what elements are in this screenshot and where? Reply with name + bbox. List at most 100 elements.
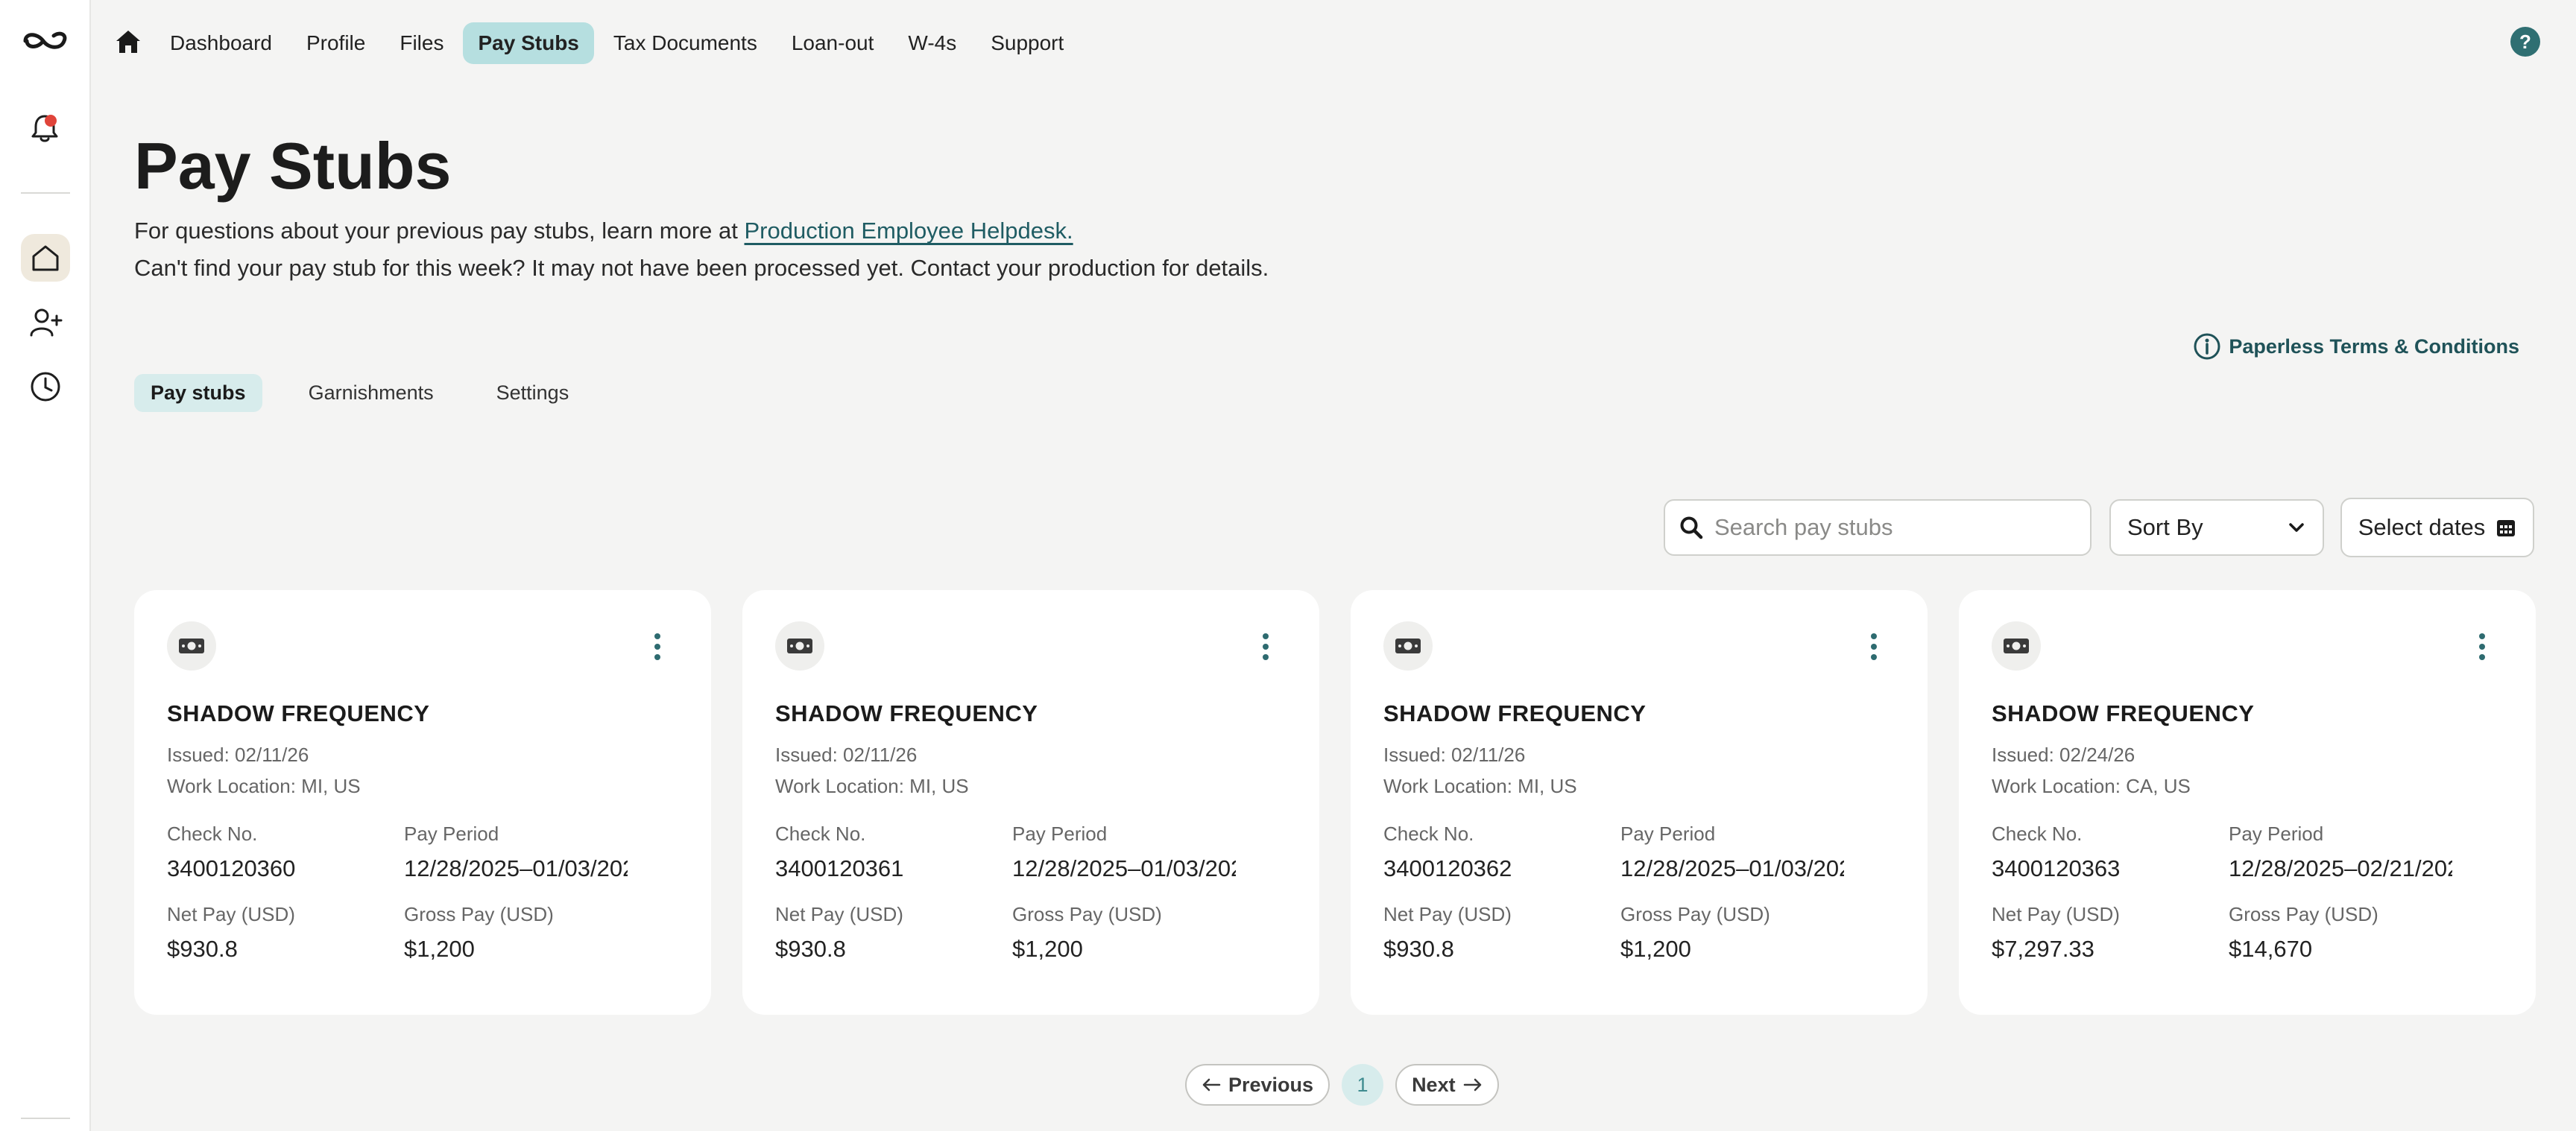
pay-stub-card[interactable]: SHADOW FREQUENCY Issued: 02/24/26 Work L…: [1959, 590, 2536, 1015]
net-pay-value: $930.8: [167, 936, 238, 962]
net-pay-label: Net Pay (USD): [1383, 903, 1512, 925]
nav-support[interactable]: Support: [976, 22, 1079, 64]
work-location: Work Location: MI, US: [775, 775, 969, 797]
notification-bell-icon[interactable]: [28, 112, 61, 145]
work-location: Work Location: MI, US: [167, 775, 361, 797]
sort-by-label: Sort By: [2127, 514, 2203, 540]
pay-period-label: Pay Period: [1620, 823, 1716, 845]
arrow-right-icon: [1463, 1078, 1481, 1092]
brand-logo-icon[interactable]: [21, 28, 70, 54]
page-title: Pay Stubs: [134, 129, 452, 203]
next-label: Next: [1412, 1073, 1456, 1096]
tab-settings[interactable]: Settings: [480, 374, 586, 412]
more-options-icon[interactable]: [1261, 633, 1270, 663]
search-input[interactable]: [1714, 514, 2072, 541]
nav-files[interactable]: Files: [385, 22, 458, 64]
next-page-button[interactable]: Next: [1395, 1064, 1499, 1106]
pay-period-label: Pay Period: [1012, 823, 1108, 845]
helpdesk-description: For questions about your previous pay st…: [134, 218, 1073, 244]
paperless-terms-link[interactable]: Paperless Terms & Conditions: [2193, 332, 2519, 361]
check-no-label: Check No.: [775, 823, 866, 845]
home-icon: [32, 245, 59, 271]
left-rail: [0, 0, 91, 1131]
pay-stub-cards: SHADOW FREQUENCY Issued: 02/11/26 Work L…: [134, 590, 2536, 1015]
issued-date: Issued: 02/24/26: [1992, 744, 2135, 766]
net-pay-label: Net Pay (USD): [1992, 903, 2120, 925]
helpdesk-link[interactable]: Production Employee Helpdesk.: [745, 218, 1073, 244]
previous-page-button[interactable]: Previous: [1185, 1064, 1330, 1106]
pay-period-value: 12/28/2025–01/03/2026: [1620, 855, 1844, 881]
gross-pay-value: $1,200: [1620, 936, 1691, 962]
pay-period-value: 12/28/2025–01/03/2026: [1012, 855, 1236, 881]
issued-date: Issued: 02/11/26: [1383, 744, 1526, 766]
money-icon-wrapper: [1992, 621, 2041, 671]
check-no-value: 3400120363: [1992, 855, 2121, 881]
info-icon: [2194, 333, 2220, 360]
gross-pay-label: Gross Pay (USD): [1012, 903, 1162, 925]
pay-stub-tabs: Pay stubs Garnishments Settings: [134, 374, 585, 412]
tab-garnishments[interactable]: Garnishments: [292, 374, 450, 412]
gross-pay-value: $14,670: [2229, 936, 2313, 962]
more-options-icon[interactable]: [653, 633, 662, 663]
money-icon: [787, 639, 812, 653]
nav-pay-stubs[interactable]: Pay Stubs: [463, 22, 594, 64]
rail-history-button[interactable]: [28, 370, 63, 404]
pay-stub-card[interactable]: SHADOW FREQUENCY Issued: 02/11/26 Work L…: [742, 590, 1319, 1015]
production-name: SHADOW FREQUENCY: [1992, 700, 2255, 726]
select-dates-button[interactable]: Select dates: [2340, 498, 2534, 557]
production-name: SHADOW FREQUENCY: [167, 700, 430, 726]
net-pay-value: $930.8: [775, 936, 846, 962]
pay-period-clip: 12/28/2025–01/03/2026: [404, 854, 628, 887]
net-pay-label: Net Pay (USD): [167, 903, 295, 925]
search-box[interactable]: [1664, 499, 2092, 556]
check-no-value: 3400120361: [775, 855, 904, 881]
pay-period-clip: 12/28/2025–01/03/2026: [1620, 854, 1844, 887]
previous-label: Previous: [1228, 1073, 1314, 1096]
add-user-icon: [30, 308, 63, 337]
notification-dot: [45, 115, 57, 127]
more-options-icon[interactable]: [1869, 633, 1878, 663]
money-icon-wrapper: [167, 621, 216, 671]
rail-home-button[interactable]: [21, 234, 70, 282]
check-no-label: Check No.: [167, 823, 258, 845]
nav-loan-out[interactable]: Loan-out: [777, 22, 889, 64]
select-dates-label: Select dates: [2358, 514, 2486, 540]
gross-pay-label: Gross Pay (USD): [2229, 903, 2378, 925]
nav-profile[interactable]: Profile: [291, 22, 380, 64]
net-pay-label: Net Pay (USD): [775, 903, 903, 925]
gross-pay-label: Gross Pay (USD): [404, 903, 554, 925]
tab-pay-stubs[interactable]: Pay stubs: [134, 374, 262, 412]
chevron-down-icon: [2289, 523, 2304, 532]
nav-dashboard[interactable]: Dashboard: [155, 22, 287, 64]
pagination: Previous 1 Next: [1185, 1064, 1499, 1106]
check-no-label: Check No.: [1992, 823, 2083, 845]
nav-tax-documents[interactable]: Tax Documents: [599, 22, 772, 64]
sort-by-select[interactable]: Sort By: [2109, 499, 2324, 556]
money-icon: [1395, 639, 1421, 653]
production-name: SHADOW FREQUENCY: [775, 700, 1038, 726]
gross-pay-label: Gross Pay (USD): [1620, 903, 1770, 925]
pay-period-label: Pay Period: [2229, 823, 2324, 845]
home-icon[interactable]: [113, 27, 143, 57]
net-pay-value: $7,297.33: [1992, 936, 2094, 962]
pay-stub-card[interactable]: SHADOW FREQUENCY Issued: 02/11/26 Work L…: [134, 590, 711, 1015]
top-navigation: Dashboard Profile Files Pay Stubs Tax Do…: [91, 0, 2576, 83]
rail-divider-bottom: [21, 1118, 70, 1119]
page-number[interactable]: 1: [1342, 1064, 1384, 1106]
pay-period-value: 12/28/2025–02/21/2026: [2229, 855, 2452, 881]
nav-w4s[interactable]: W-4s: [893, 22, 971, 64]
pay-period-clip: 12/28/2025–01/03/2026: [1012, 854, 1236, 887]
helpdesk-text: For questions about your previous pay st…: [134, 218, 745, 244]
search-icon: [1680, 516, 1703, 539]
check-no-value: 3400120360: [167, 855, 296, 881]
more-options-icon[interactable]: [2478, 633, 2487, 663]
check-no-value: 3400120362: [1383, 855, 1512, 881]
pay-stub-card[interactable]: SHADOW FREQUENCY Issued: 02/11/26 Work L…: [1351, 590, 1928, 1015]
money-icon: [179, 639, 204, 653]
clock-icon: [31, 372, 60, 402]
rail-add-user-button[interactable]: [28, 305, 63, 340]
rail-divider: [21, 192, 70, 194]
gross-pay-value: $1,200: [404, 936, 475, 962]
help-icon[interactable]: ?: [2510, 27, 2540, 57]
work-location: Work Location: CA, US: [1992, 775, 2191, 797]
